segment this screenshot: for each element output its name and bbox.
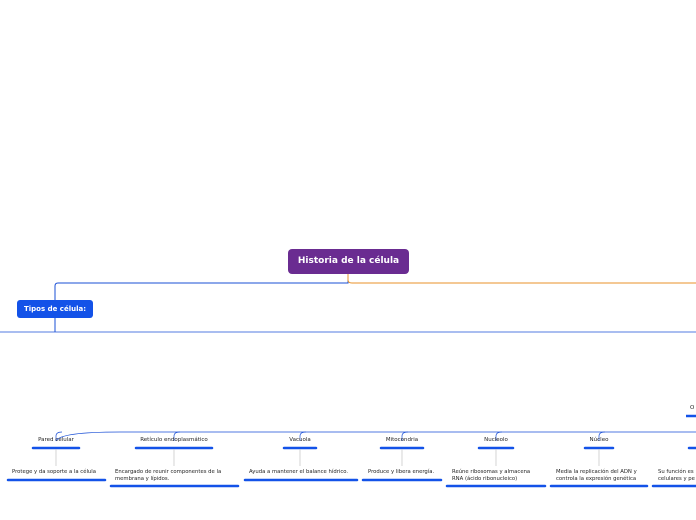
subtopic-description[interactable]: Reúne ribosomas y almacena	[452, 469, 530, 476]
subtopic-label[interactable]: Retículo endoplasmático	[124, 437, 224, 444]
subtopic-label[interactable]: Mitocondria	[352, 437, 452, 444]
subtopic-label[interactable]: Nucleolo	[446, 437, 546, 444]
subtopic-description[interactable]: Encargado de reunir componentes de la	[115, 469, 221, 476]
subtopic-description[interactable]: RNA (ácido ribonucleico)	[452, 476, 517, 483]
connector-root-main	[54, 274, 349, 300]
subtopic-label[interactable]: Vacuola	[250, 437, 350, 444]
connector-root-right	[347, 274, 696, 284]
subtopic-label[interactable]: Núcleo	[549, 437, 649, 444]
subtopic-label[interactable]: C	[650, 437, 696, 444]
subtopic-description[interactable]: celulares y pe	[658, 476, 695, 483]
root-node[interactable]: Historia de la célula	[288, 249, 409, 274]
subtopic-description[interactable]: Produce y libera energía.	[368, 469, 434, 476]
subtopic-description[interactable]: controla la expresión genética	[556, 476, 636, 483]
subtopic-description[interactable]: membrana y lípidos.	[115, 476, 169, 483]
subtopic-label[interactable]: Pared celular	[6, 437, 106, 444]
subtopic-description[interactable]: Protege y da soporte a la célula	[12, 469, 96, 476]
main-topic-node[interactable]: Tipos de célula:	[17, 300, 93, 318]
partial-node-label[interactable]: O	[690, 405, 694, 412]
subtopic-description[interactable]: Ayuda a mantener el balance hídrico.	[249, 469, 348, 476]
subtopic-description[interactable]: Media la replicación del ADN y	[556, 469, 637, 476]
subtopic-description[interactable]: Su función es	[658, 469, 694, 476]
